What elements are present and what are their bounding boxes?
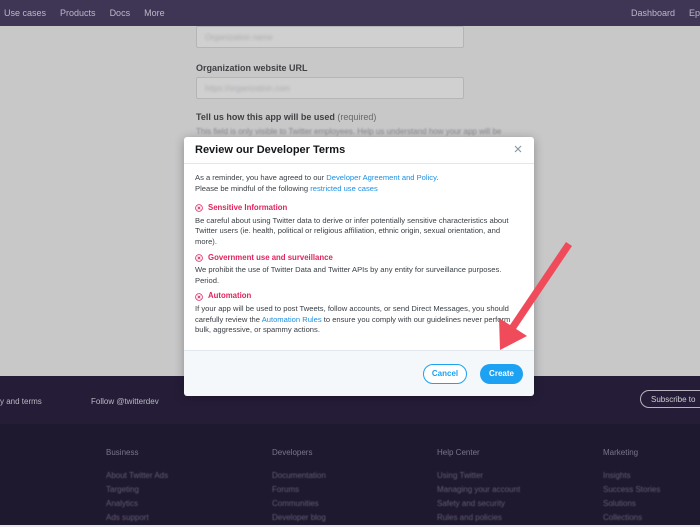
developer-terms-modal: Review our Developer Terms As a reminder… [184,137,534,396]
intro-suffix: . [436,173,439,182]
nav-more[interactable]: More [144,8,165,18]
nav-use-cases[interactable]: Use cases [4,8,46,18]
warning-circle-icon [195,204,203,213]
section-title: Automation [208,291,252,301]
intro-line-2: Please be mindful of the following restr… [195,184,523,195]
section-sensitive-information: Sensitive Information Be careful about u… [195,203,523,247]
section-heading: Government use and surveillance [195,253,523,264]
section-heading: Sensitive Information [195,203,523,214]
developer-agreement-link[interactable]: Developer Agreement and Policy [326,173,436,182]
section-government-use: Government use and surveillance We prohi… [195,253,523,287]
modal-header: Review our Developer Terms [184,137,534,164]
top-nav-left: Use cases Products Docs More [4,8,165,18]
modal-body: As a reminder, you have agreed to our De… [195,173,523,336]
section-body: If your app will be used to post Tweets,… [195,304,523,336]
warning-circle-icon [195,292,203,301]
nav-dashboard[interactable]: Dashboard [631,8,675,18]
nav-account[interactable]: Ep [689,8,700,18]
close-icon[interactable] [513,144,523,154]
modal-title: Review our Developer Terms [195,144,346,156]
restricted-use-cases-link[interactable]: restricted use cases [310,184,378,193]
section-body: Be careful about using Twitter data to d… [195,215,509,246]
intro-text: As a reminder, you have agreed to our [195,173,327,182]
intro-line: As a reminder, you have agreed to our De… [195,173,523,184]
top-nav-right: Dashboard Ep [631,8,700,18]
cancel-button[interactable]: Cancel [423,364,467,384]
section-body: We prohibit the use of Twitter Data and … [195,265,502,285]
create-button[interactable]: Create [480,364,523,384]
intro2-text: Please be mindful of the following [195,183,311,193]
automation-rules-link[interactable]: Automation Rules [262,315,322,324]
nav-products[interactable]: Products [60,8,96,18]
modal-footer: Cancel Create [184,350,534,396]
section-automation: Automation If your app will be used to p… [195,291,523,335]
section-title: Government use and surveillance [208,252,333,262]
nav-docs[interactable]: Docs [110,8,131,18]
warning-circle-icon [195,254,203,262]
section-title: Sensitive Information [208,203,288,213]
top-nav: Use cases Products Docs More Dashboard E… [0,0,700,26]
section-heading: Automation [195,291,523,302]
